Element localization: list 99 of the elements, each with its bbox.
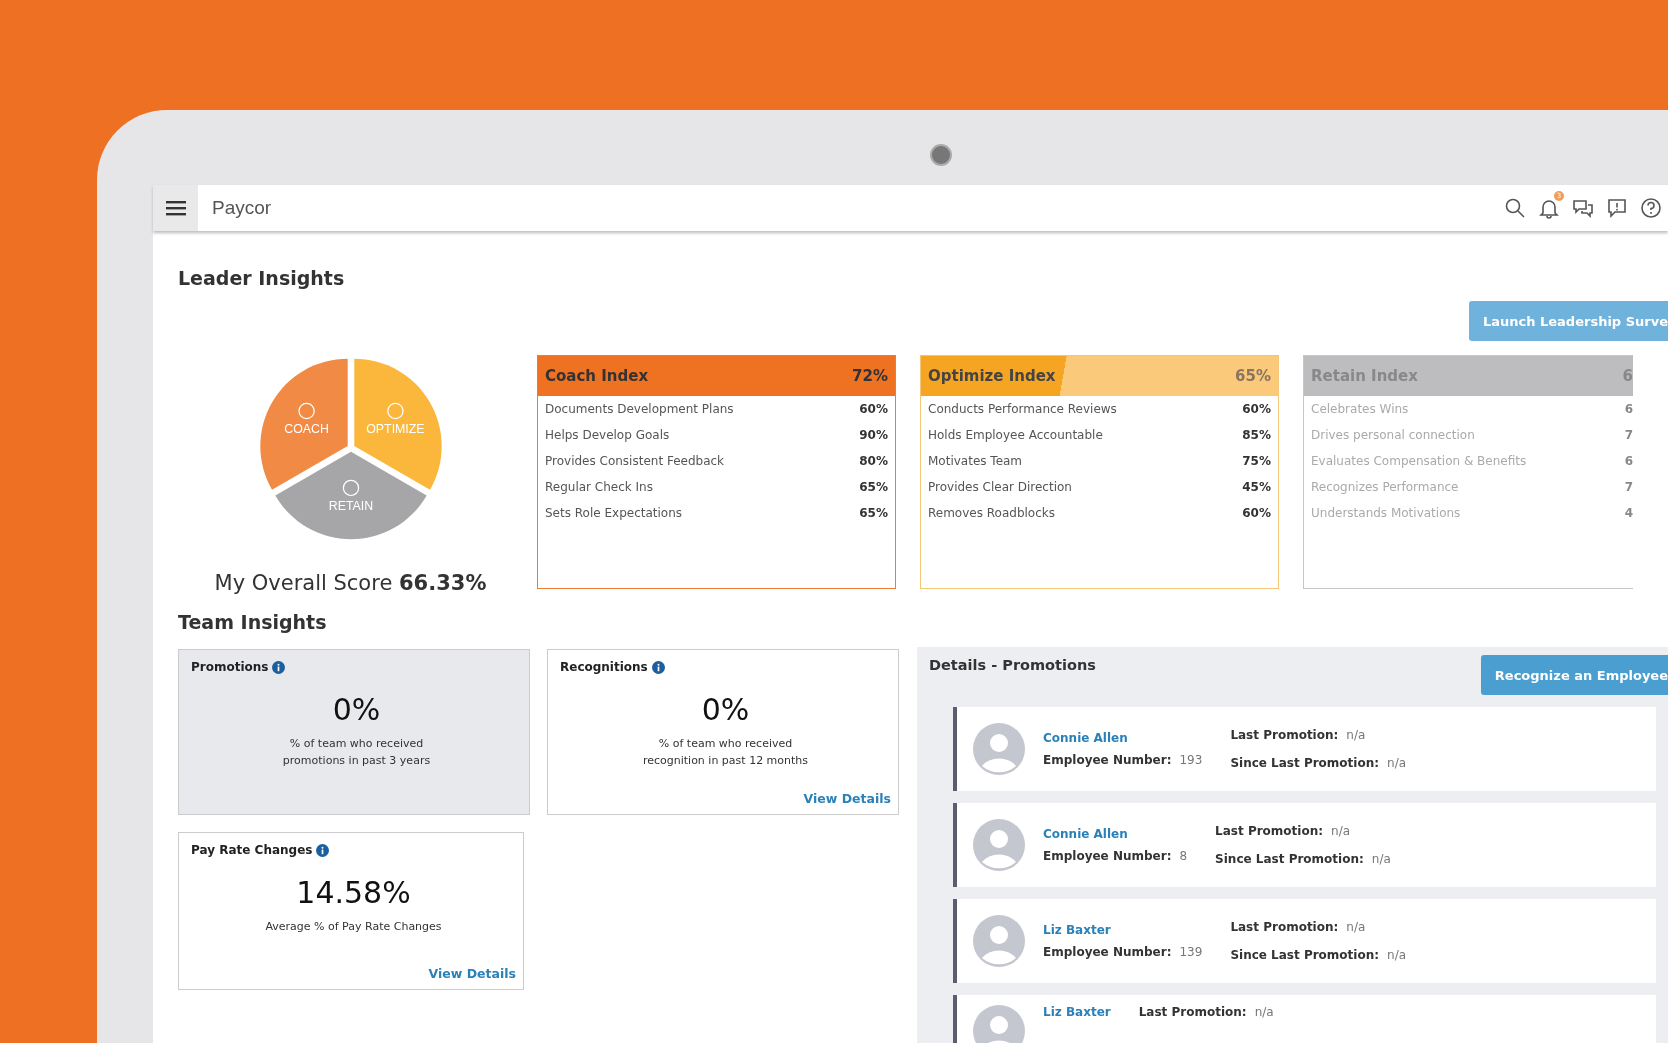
metric-label: Provides Consistent Feedback	[545, 454, 725, 468]
metric-value: 7	[1624, 428, 1633, 442]
metric-value: 6	[1624, 454, 1633, 468]
camera-dot	[930, 144, 952, 166]
stat-value: 0%	[331, 692, 382, 727]
panel-title: Details - Promotions	[929, 657, 1096, 673]
index-score: 72%	[852, 367, 888, 385]
stat-card[interactable]: Promotions 0% % of team who received promotions in past 3 years	[178, 649, 530, 815]
metric-label: Helps Develop Goals	[545, 428, 670, 442]
metric-value: 80%	[859, 454, 888, 468]
search-icon[interactable]	[1504, 197, 1526, 219]
overall-score: My Overall Score 66.33%	[214, 571, 487, 595]
field-label: Since Last Promotion:	[1215, 852, 1364, 866]
stat-caption: % of team who received recognition in past 12 months	[641, 736, 810, 769]
menu-button[interactable]	[153, 185, 198, 231]
stat-caption: Average % of Pay Rate Changes	[264, 919, 443, 935]
view-details-link[interactable]: View Details	[428, 966, 516, 981]
bell-icon[interactable]	[1538, 197, 1560, 219]
wheel-segment: OPTIMIZE	[353, 358, 442, 490]
metric-value: 85%	[1242, 428, 1271, 442]
help-icon[interactable]	[1640, 197, 1662, 219]
info-icon[interactable]	[651, 660, 665, 674]
index-title: Coach Index	[545, 367, 649, 385]
card-title: Promotions	[191, 660, 269, 674]
field-label: Since Last Promotion:	[1230, 948, 1380, 962]
employee-name[interactable]: Liz Baxter	[1043, 1005, 1111, 1019]
card-title: Pay Rate Changes	[191, 843, 313, 857]
metric-value: 60%	[1242, 402, 1271, 416]
metric-value: 7	[1624, 480, 1633, 494]
field-value: n/a	[1371, 852, 1391, 866]
metric-value: 90%	[859, 428, 888, 442]
metric-label: Documents Development Plans	[545, 402, 734, 416]
metric-label: Conducts Performance Reviews	[928, 402, 1117, 416]
employee-card[interactable]: Liz Baxter Employee Number: 139 Last Promotion: n/a Since Last Promotion: n/a	[953, 899, 1656, 983]
employee-name[interactable]: Liz Baxter	[1043, 923, 1203, 937]
section-title: Team Insights	[178, 611, 328, 633]
section-title: Leader Insights	[178, 267, 346, 289]
metric-label: Celebrates Wins	[1311, 402, 1409, 416]
employee-name[interactable]: Connie Allen	[1043, 827, 1188, 841]
avatar-icon	[973, 819, 1025, 871]
metric-value: 65%	[859, 480, 888, 494]
field-label: Last Promotion:	[1230, 728, 1339, 742]
avatar-icon	[973, 723, 1025, 775]
stat-value: 14.58%	[295, 875, 412, 910]
field-value: n/a	[1387, 948, 1407, 962]
field-label: Last Promotion:	[1230, 920, 1339, 934]
metric-value: 6	[1624, 402, 1633, 416]
avatar-icon	[973, 915, 1025, 967]
index-score: 65%	[1235, 367, 1271, 385]
wheel-segment: COACH	[259, 358, 348, 490]
metric-label: Provides Clear Direction	[928, 480, 1072, 494]
field-label: Employee Number:	[1043, 753, 1172, 767]
field-value: 8	[1179, 849, 1188, 863]
field-value: n/a	[1346, 728, 1366, 742]
metric-value: 75%	[1242, 454, 1271, 468]
metric-label: Evaluates Compensation & Benefits	[1311, 454, 1527, 468]
employee-card[interactable]: Connie Allen Employee Number: 8 Last Promotion: n/a Since Last Promotion: n/a	[953, 803, 1656, 887]
field-label: Since Last Promotion:	[1230, 756, 1380, 770]
info-icon[interactable]	[316, 843, 330, 857]
field-label: Last Promotion:	[1138, 1005, 1247, 1019]
employee-name[interactable]: Connie Allen	[1043, 731, 1203, 745]
metric-label: Drives personal connection	[1311, 428, 1475, 442]
stat-caption: % of team who received promotions in past 3 years	[281, 736, 432, 769]
metric-value: 60%	[1242, 506, 1271, 520]
metric-label: Recognizes Performance	[1311, 480, 1459, 494]
chat-icon[interactable]	[1572, 197, 1594, 219]
metric-value: 60%	[859, 402, 888, 416]
metric-value: 4	[1624, 506, 1633, 520]
metric-label: Holds Employee Accountable	[928, 428, 1103, 442]
field-value: n/a	[1387, 756, 1407, 770]
employee-card[interactable]: Connie Allen Employee Number: 193 Last Promotion: n/a Since Last Promotion: n/a	[953, 707, 1656, 791]
avatar-icon	[973, 1005, 1025, 1043]
index-title: Optimize Index	[928, 367, 1056, 385]
view-details-link[interactable]: View Details	[803, 791, 891, 806]
stat-card[interactable]: Recognitions 0% % of team who received recognition in past 12 months View Details	[547, 649, 899, 815]
field-label: Last Promotion:	[1215, 824, 1324, 838]
card-title: Recognitions	[560, 660, 648, 674]
logo[interactable]: Paycor	[212, 197, 272, 219]
metric-value: 65%	[859, 506, 888, 520]
feedback-icon[interactable]	[1606, 197, 1628, 219]
field-value: 193	[1179, 753, 1203, 767]
field-label: Employee Number:	[1043, 945, 1172, 959]
field-value: 139	[1179, 945, 1203, 959]
employee-card[interactable]: Liz Baxter Last Promotion: n/a	[953, 995, 1656, 1043]
metric-label: Sets Role Expectations	[545, 506, 683, 520]
menu-icon	[165, 200, 186, 216]
field-label: Employee Number:	[1043, 849, 1172, 863]
metric-label: Motivates Team	[928, 454, 1023, 468]
stat-card[interactable]: Pay Rate Changes 14.58% Average % of Pay Rate Changes View Details	[178, 832, 524, 990]
stat-value: 0%	[700, 692, 751, 727]
metric-value: 45%	[1242, 480, 1271, 494]
field-value: n/a	[1346, 920, 1366, 934]
wheel-segment: RETAIN	[274, 451, 427, 540]
field-value: n/a	[1331, 824, 1351, 838]
metric-label: Removes Roadblocks	[928, 506, 1055, 520]
metric-label: Understands Motivations	[1311, 506, 1461, 520]
info-icon[interactable]	[272, 660, 286, 674]
metric-label: Regular Check Ins	[545, 480, 653, 494]
field-value: n/a	[1254, 1005, 1274, 1019]
